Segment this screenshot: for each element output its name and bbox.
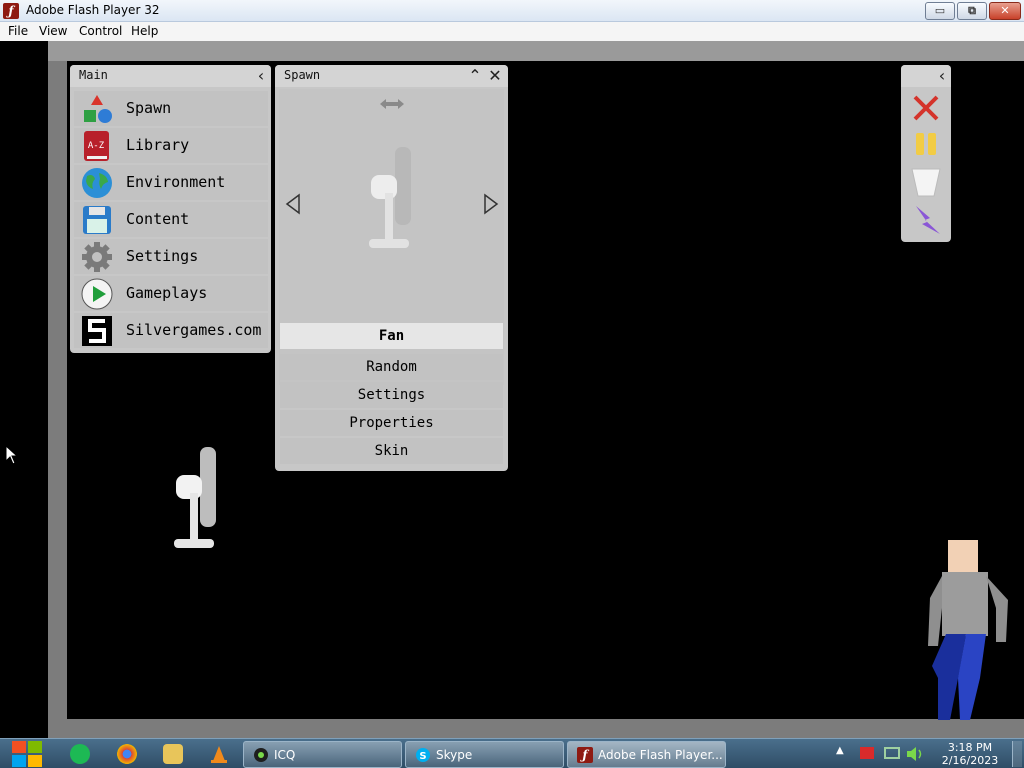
main-item-label: Spawn xyxy=(126,99,172,117)
main-menu-panel: Main ‹ Spawn A-Z Library Environment Con… xyxy=(70,65,271,353)
taskbar-flash-player[interactable]: ƒ Adobe Flash Player... xyxy=(567,741,726,768)
lightning-icon[interactable] xyxy=(912,204,942,236)
close-button[interactable]: ✕ xyxy=(989,2,1021,20)
main-item-content[interactable]: Content xyxy=(74,202,268,237)
main-item-label: Environment xyxy=(126,173,226,191)
main-item-label: Silvergames.com xyxy=(126,321,262,339)
next-arrow-icon[interactable] xyxy=(483,193,499,215)
main-panel-title: Main xyxy=(79,68,108,82)
spawn-option-skin[interactable]: Skin xyxy=(280,438,503,464)
svg-text:S: S xyxy=(419,751,426,762)
spotify-icon[interactable] xyxy=(70,744,90,764)
close-panel-icon[interactable]: ✕ xyxy=(487,67,503,85)
fan-preview xyxy=(369,147,411,248)
minimize-button[interactable]: ▭ xyxy=(925,2,955,20)
spawn-panel-title: Spawn xyxy=(284,68,321,82)
main-item-label: Library xyxy=(126,136,190,154)
icq-icon xyxy=(254,748,268,762)
main-item-label: Settings xyxy=(126,247,199,265)
taskbar-icq[interactable]: ICQ xyxy=(243,741,402,768)
main-item-library[interactable]: A-Z Library xyxy=(74,128,268,163)
main-item-settings[interactable]: Settings xyxy=(74,239,268,274)
maximize-button[interactable]: ⧉ xyxy=(957,2,987,20)
spawn-shapes-icon xyxy=(84,95,112,123)
spawn-option-random[interactable]: Random xyxy=(280,354,503,380)
stage-top-bar xyxy=(48,41,1024,61)
main-panel-header: Main ‹ xyxy=(70,65,271,87)
flash-player-icon: ƒ xyxy=(577,747,593,763)
floppy-disk-icon xyxy=(83,206,111,234)
main-item-label: Content xyxy=(126,210,190,228)
main-item-gameplays[interactable]: Gameplays xyxy=(74,276,268,311)
prev-arrow-icon[interactable] xyxy=(285,193,301,215)
spawn-panel-header: Spawn ⌃ ✕ xyxy=(275,65,508,87)
library-book-icon: A-Z xyxy=(84,131,109,161)
window-title: Adobe Flash Player 32 xyxy=(26,3,160,17)
collapse-chevron-icon[interactable]: ‹ xyxy=(934,67,950,85)
globe-icon xyxy=(82,168,112,198)
tool-panel: ‹ xyxy=(901,65,951,242)
main-item-silvergames[interactable]: Silvergames.com xyxy=(74,313,268,348)
collapse-chevron-icon[interactable]: ‹ xyxy=(253,67,269,85)
spawn-panel: Spawn ⌃ ✕ Fan Random Settings Properties… xyxy=(275,65,508,471)
flash-f-icon: ƒ xyxy=(3,3,19,19)
action-center-flag-icon[interactable] xyxy=(860,747,874,759)
menu-file[interactable]: File xyxy=(8,24,28,38)
mouse-cursor-icon xyxy=(5,445,19,465)
tool-panel-header: ‹ xyxy=(901,65,951,87)
windows-start-icon[interactable] xyxy=(10,737,44,768)
taskbar-clock[interactable]: 3:18 PM 2/16/2023 xyxy=(935,741,1005,767)
fan-object[interactable] xyxy=(170,445,220,551)
show-desktop-button[interactable] xyxy=(1012,741,1022,767)
taskbar-task-label: ICQ xyxy=(274,748,296,762)
clear-x-icon[interactable] xyxy=(912,94,940,122)
flip-arrow-icon[interactable] xyxy=(379,97,405,111)
network-icon[interactable] xyxy=(884,747,900,759)
pause-icon[interactable] xyxy=(915,132,937,156)
vlc-icon[interactable] xyxy=(209,744,229,764)
spawn-option-settings[interactable]: Settings xyxy=(280,382,503,408)
clock-date: 2/16/2023 xyxy=(941,754,999,767)
clock-time: 3:18 PM xyxy=(947,741,993,754)
taskbar-skype[interactable]: S Skype xyxy=(405,741,564,768)
menu-help[interactable]: Help xyxy=(131,24,158,38)
play-icon xyxy=(81,278,113,310)
folder-icon[interactable] xyxy=(163,744,183,764)
main-item-label: Gameplays xyxy=(126,284,208,302)
chrome-icon[interactable] xyxy=(117,744,137,764)
spawn-option-properties[interactable]: Properties xyxy=(280,410,503,436)
silvergames-logo-icon xyxy=(82,316,112,346)
menu-bar: File View Control Help xyxy=(0,22,1024,41)
menu-control[interactable]: Control xyxy=(79,24,122,38)
gear-icon xyxy=(82,242,112,272)
main-item-spawn[interactable]: Spawn xyxy=(74,91,268,126)
selected-item-fan[interactable]: Fan xyxy=(280,323,503,349)
minimize-panel-icon[interactable]: ⌃ xyxy=(467,67,483,85)
menu-view[interactable]: View xyxy=(39,24,67,38)
ragdoll-human[interactable] xyxy=(924,538,1014,720)
library-icon-text: A-Z xyxy=(88,141,105,151)
volume-icon[interactable] xyxy=(906,746,924,762)
skype-icon: S xyxy=(416,748,430,762)
window-title-bar: ƒ Adobe Flash Player 32 ▭ ⧉ ✕ xyxy=(0,0,1024,22)
taskbar: ICQ S Skype ƒ Adobe Flash Player... ▲ 3:… xyxy=(0,738,1024,768)
taskbar-task-label: Skype xyxy=(436,748,473,762)
taskbar-task-label: Adobe Flash Player... xyxy=(598,748,723,762)
tray-expand-icon[interactable]: ▲ xyxy=(836,745,844,756)
main-item-environment[interactable]: Environment xyxy=(74,165,268,200)
bucket-icon[interactable] xyxy=(910,166,942,198)
